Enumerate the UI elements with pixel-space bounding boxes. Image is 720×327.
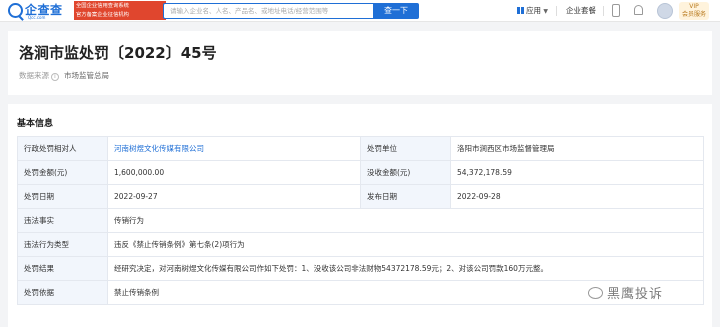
field-value: 2022-09-28: [450, 184, 704, 209]
field-label: 处罚依据: [17, 280, 108, 305]
field-value: 经研究决定，对河南树煜文化传媒有限公司作如下处罚：1、没收该公司非法财物5437…: [107, 256, 704, 281]
title-card: 洛涧市监处罚〔2022〕45号 数据来源 i 市场监管总局: [8, 31, 712, 95]
wechat-icon: [588, 287, 603, 299]
tagline-line-1: 全国企业信用查询系统: [76, 3, 129, 9]
penalty-info-table: 行政处罚相对人 河南树煜文化传媒有限公司 处罚单位 洛阳市涧西区市场监督管理局 …: [17, 136, 704, 305]
table-row: 行政处罚相对人 河南树煜文化传媒有限公司 处罚单位 洛阳市涧西区市场监督管理局: [17, 136, 704, 161]
data-source: 数据来源 i 市场监管总局: [19, 70, 109, 81]
field-label: 行政处罚相对人: [17, 136, 108, 161]
field-label: 违法行为类型: [17, 232, 108, 257]
logo-subtext: Qcc.com: [28, 15, 46, 20]
field-value: 2022-09-27: [107, 184, 361, 209]
field-label: 发布日期: [360, 184, 451, 209]
chevron-down-icon: ▼: [543, 8, 549, 15]
data-source-value: 市场监管总局: [64, 71, 109, 80]
nav-divider: [603, 6, 604, 16]
field-value: 1,600,000.00: [107, 160, 361, 185]
field-value: 54,372,178.59: [450, 160, 704, 185]
notification-bell-icon[interactable]: [634, 5, 643, 15]
top-header: 企查查 Qcc.com 全国企业信用查询系统 官方备案企业征信机构 请输入企业名…: [0, 0, 720, 22]
nav-apps-menu[interactable]: 应用 ▼: [517, 5, 548, 16]
table-row: 处罚结果 经研究决定，对河南树煜文化传媒有限公司作如下处罚：1、没收该公司非法财…: [17, 256, 704, 281]
tagline-badge: 全国企业信用查询系统 官方备案企业征信机构: [74, 1, 166, 20]
page-title: 洛涧市监处罚〔2022〕45号: [19, 44, 217, 62]
field-label: 违法事实: [17, 208, 108, 233]
watermark-text: 黑鹰投诉: [607, 287, 664, 302]
vip-sublabel: 会员服务: [681, 11, 706, 18]
user-avatar[interactable]: [657, 3, 673, 19]
watermark: 黑鹰投诉: [588, 283, 663, 302]
section-title: 基本信息: [17, 119, 54, 129]
field-label: 处罚金额(元): [17, 160, 108, 185]
search-button[interactable]: 查一下: [373, 3, 419, 19]
nav-divider: [556, 6, 557, 16]
apps-grid-icon: [517, 7, 524, 14]
logo-magnifier-icon: [8, 3, 23, 18]
nav-apps-label: 应用: [526, 6, 541, 15]
field-value: 违反《禁止传销条例》第七条(2)项行为: [107, 232, 704, 257]
field-label: 处罚日期: [17, 184, 108, 209]
nav-enterprise-package[interactable]: 企业套餐: [566, 5, 596, 16]
vip-label: VIP: [689, 3, 699, 10]
info-icon[interactable]: i: [51, 73, 59, 81]
field-label: 没收金额(元): [360, 160, 451, 185]
field-label: 处罚单位: [360, 136, 451, 161]
table-row: 处罚日期 2022-09-27 发布日期 2022-09-28: [17, 184, 704, 209]
qcc-logo[interactable]: 企查查 Qcc.com: [8, 2, 70, 20]
search-input[interactable]: 请输入企业名、人名、产品名、或地址电话/经营范围等: [163, 3, 373, 19]
mobile-app-icon[interactable]: [612, 4, 620, 17]
penalized-party-link[interactable]: 河南树煜文化传媒有限公司: [107, 136, 361, 161]
company-link[interactable]: 河南树煜文化传媒有限公司: [114, 144, 204, 153]
field-label: 处罚结果: [17, 256, 108, 281]
table-row: 违法行为类型 违反《禁止传销条例》第七条(2)项行为: [17, 232, 704, 257]
vip-badge[interactable]: VIP 会员服务: [679, 2, 709, 20]
field-value: 洛阳市涧西区市场监督管理局: [450, 136, 704, 161]
data-source-label: 数据来源: [19, 71, 49, 80]
table-row: 处罚金额(元) 1,600,000.00 没收金额(元) 54,372,178.…: [17, 160, 704, 185]
table-row: 违法事实 传销行为: [17, 208, 704, 233]
tagline-line-2: 官方备案企业征信机构: [76, 12, 129, 18]
field-value: 传销行为: [107, 208, 704, 233]
